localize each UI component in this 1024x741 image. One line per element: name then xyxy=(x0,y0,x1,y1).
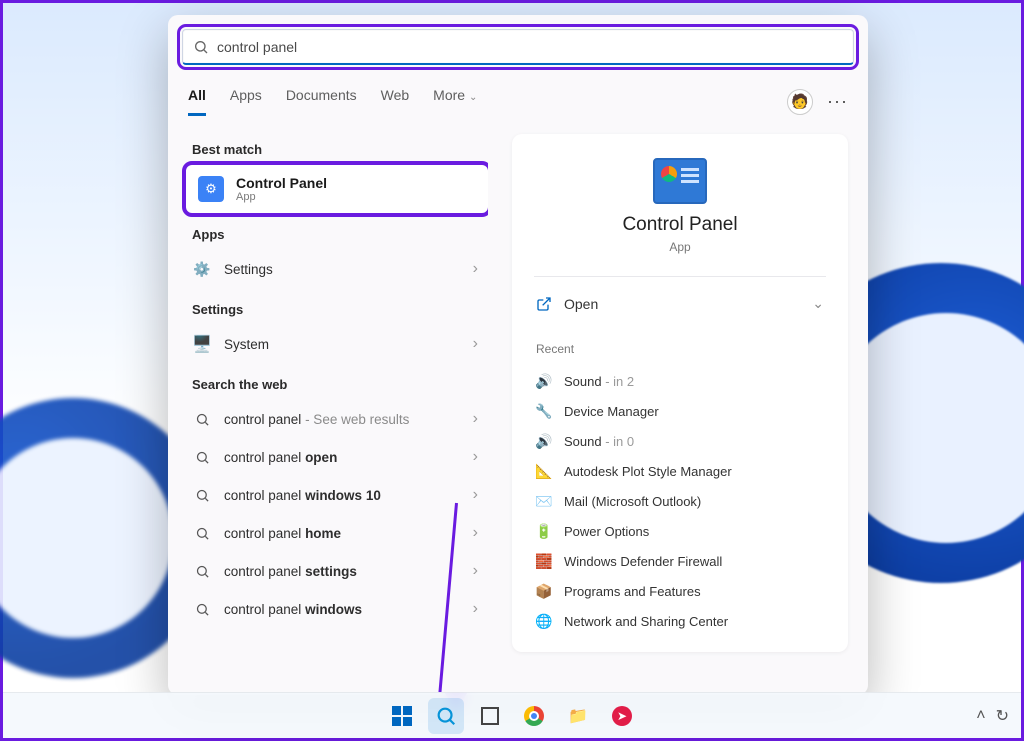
taskbar-pinned-explorer[interactable]: 📁 xyxy=(560,698,596,734)
best-match-title: Control Panel xyxy=(236,175,327,191)
chevron-right-icon: › xyxy=(473,600,478,618)
filter-tabs: All Apps Documents Web More ⌄ xyxy=(188,87,477,116)
folder-icon: 📁 xyxy=(568,706,588,726)
section-best-match: Best match xyxy=(192,142,488,157)
result-settings[interactable]: ⚙️ Settings › xyxy=(186,250,488,288)
app-icon: ➤ xyxy=(612,706,632,726)
taskbar-pinned-app[interactable]: ➤ xyxy=(604,698,640,734)
recent-item-icon: 🧱 xyxy=(536,553,552,569)
recent-item-icon: 🔧 xyxy=(536,403,552,419)
more-options-icon[interactable]: ··· xyxy=(827,91,848,112)
tab-apps[interactable]: Apps xyxy=(230,87,262,116)
windows-logo-icon xyxy=(392,706,412,726)
control-panel-hero-icon xyxy=(653,158,707,204)
web-suggestion[interactable]: control panel windows› xyxy=(186,590,488,628)
search-icon xyxy=(435,705,457,727)
chevron-right-icon: › xyxy=(473,486,478,504)
recent-item[interactable]: 🔊Sound - in 2 xyxy=(534,366,826,396)
section-web: Search the web xyxy=(192,377,488,392)
search-input[interactable] xyxy=(217,39,843,55)
tab-more[interactable]: More ⌄ xyxy=(433,87,477,116)
start-button[interactable] xyxy=(384,698,420,734)
search-panel: All Apps Documents Web More ⌄ 🧑 ··· Best… xyxy=(168,15,868,695)
chevron-down-icon[interactable]: ⌄ xyxy=(812,295,824,312)
recent-item-icon: ✉️ xyxy=(536,493,552,509)
task-view-button[interactable] xyxy=(472,698,508,734)
search-icon xyxy=(192,409,212,429)
recent-item[interactable]: ✉️Mail (Microsoft Outlook) xyxy=(534,486,826,516)
recent-item[interactable]: 🔊Sound - in 0 xyxy=(534,426,826,456)
detail-title: Control Panel xyxy=(622,214,737,236)
taskbar-search-button[interactable] xyxy=(428,698,464,734)
recent-item-icon: 🔊 xyxy=(536,373,552,389)
tray-chevron-icon[interactable]: ˄ xyxy=(976,707,985,725)
taskbar-pinned-chrome[interactable] xyxy=(516,698,552,734)
search-box[interactable] xyxy=(182,29,854,65)
tab-documents[interactable]: Documents xyxy=(286,87,357,116)
chevron-right-icon: › xyxy=(473,562,478,580)
best-match-result[interactable]: ⚙ Control Panel App xyxy=(186,165,488,213)
result-system[interactable]: 🖥️ System › xyxy=(186,325,488,363)
chrome-icon xyxy=(524,706,544,726)
web-suggestion[interactable]: control panel settings› xyxy=(186,552,488,590)
control-panel-icon: ⚙ xyxy=(198,176,224,202)
chevron-right-icon: › xyxy=(473,335,478,353)
recent-item-icon: 🌐 xyxy=(536,613,552,629)
recent-item-icon: 🔋 xyxy=(536,523,552,539)
results-column: Best match ⚙ Control Panel App Apps ⚙️ S… xyxy=(168,116,488,695)
recent-item[interactable]: 🧱Windows Defender Firewall xyxy=(534,546,826,576)
gear-icon: ⚙️ xyxy=(192,259,212,279)
web-suggestion[interactable]: control panel open› xyxy=(186,438,488,476)
chevron-right-icon: › xyxy=(473,448,478,466)
web-suggestion[interactable]: control panel - See web results› xyxy=(186,400,488,438)
divider xyxy=(534,276,826,277)
recent-item[interactable]: 🔧Device Manager xyxy=(534,396,826,426)
chevron-right-icon: › xyxy=(473,410,478,428)
search-icon xyxy=(192,447,212,467)
chevron-right-icon: › xyxy=(473,524,478,542)
chevron-right-icon: › xyxy=(473,260,478,278)
section-apps: Apps xyxy=(192,227,488,242)
detail-column: Control Panel App Open ⌄ Recent 🔊Sound -… xyxy=(488,116,868,695)
open-action[interactable]: Open ⌄ xyxy=(534,285,826,322)
recent-item[interactable]: 📦Programs and Features xyxy=(534,576,826,606)
open-icon xyxy=(536,296,552,312)
chevron-down-icon: ⌄ xyxy=(469,92,477,103)
detail-subtitle: App xyxy=(669,240,690,254)
search-icon xyxy=(193,39,209,55)
recent-item[interactable]: 🔋Power Options xyxy=(534,516,826,546)
monitor-icon: 🖥️ xyxy=(192,334,212,354)
web-suggestion[interactable]: control panel windows 10› xyxy=(186,476,488,514)
search-icon xyxy=(192,523,212,543)
recent-header: Recent xyxy=(536,342,824,356)
recent-item-icon: 🔊 xyxy=(536,433,552,449)
search-icon xyxy=(192,561,212,581)
recent-item-icon: 📐 xyxy=(536,463,552,479)
task-view-icon xyxy=(481,707,499,725)
recent-item[interactable]: 🌐Network and Sharing Center xyxy=(534,606,826,636)
account-avatar[interactable]: 🧑 xyxy=(787,89,813,115)
taskbar: 📁 ➤ ˄ ↻ xyxy=(3,692,1021,738)
tab-web[interactable]: Web xyxy=(381,87,410,116)
best-match-subtitle: App xyxy=(236,191,327,203)
search-icon xyxy=(192,485,212,505)
search-icon xyxy=(192,599,212,619)
web-suggestion[interactable]: control panel home› xyxy=(186,514,488,552)
section-settings: Settings xyxy=(192,302,488,317)
tab-all[interactable]: All xyxy=(188,87,206,116)
recent-item[interactable]: 📐Autodesk Plot Style Manager xyxy=(534,456,826,486)
recent-item-icon: 📦 xyxy=(536,583,552,599)
tray-sync-icon[interactable]: ↻ xyxy=(996,706,1009,726)
